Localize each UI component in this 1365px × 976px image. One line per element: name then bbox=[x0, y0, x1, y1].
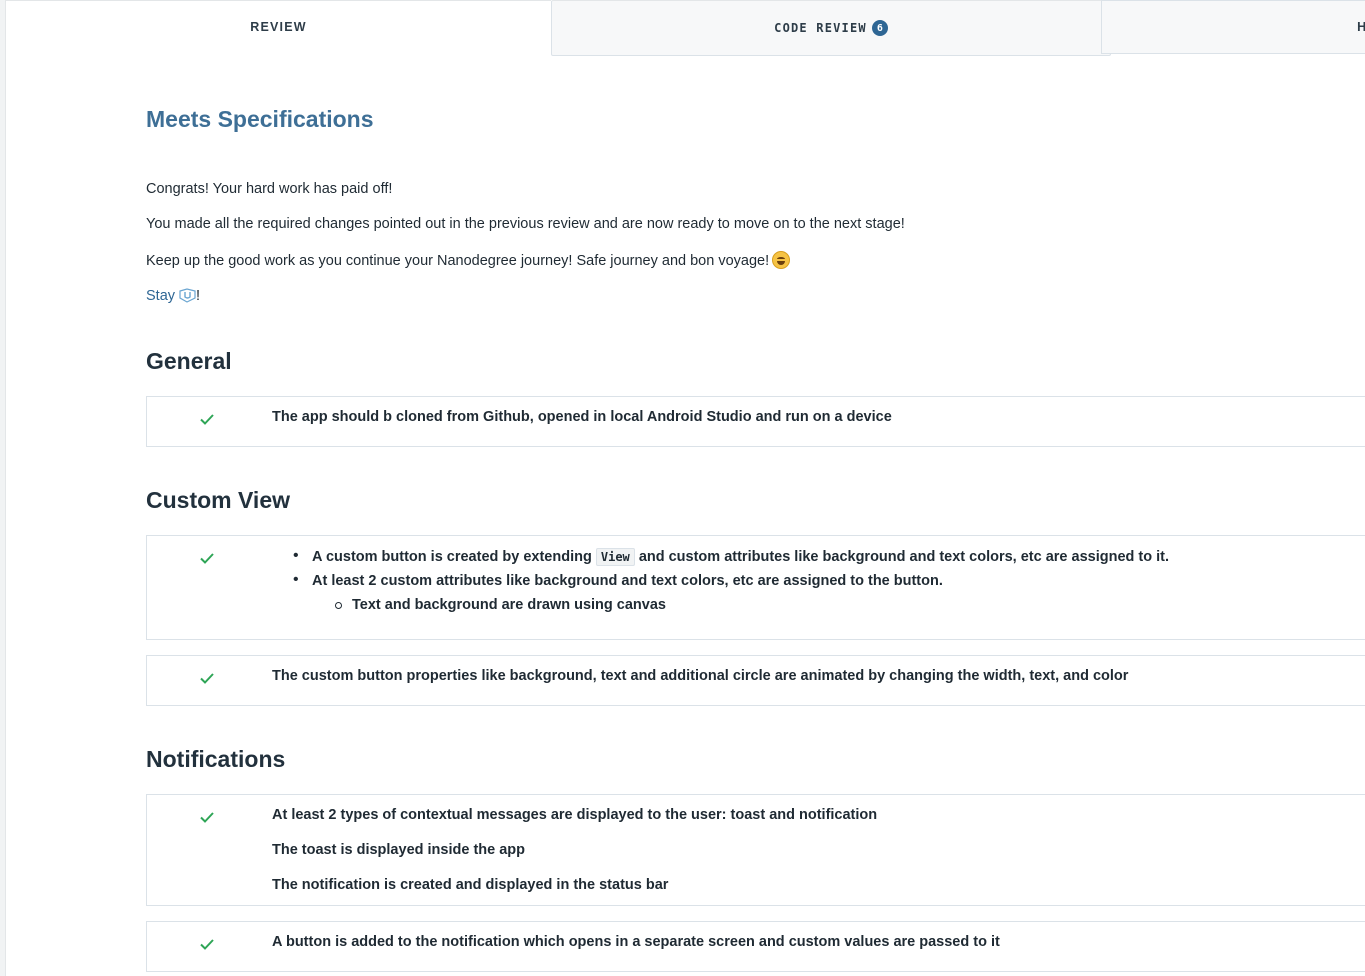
criterion-card: The app should b cloned from Github, ope… bbox=[146, 396, 1365, 447]
criterion-text: The custom button properties like backgr… bbox=[272, 668, 1129, 684]
section-heading-general: General bbox=[146, 348, 232, 374]
review-message-2: You made all the required changes pointe… bbox=[146, 216, 905, 232]
criterion-item-suffix: and custom attributes like background an… bbox=[638, 549, 1169, 565]
criterion-card: The custom button properties like backgr… bbox=[146, 655, 1365, 706]
check-icon bbox=[200, 553, 214, 564]
grinning-face-icon bbox=[772, 251, 791, 269]
review-message-3-text: Keep up the good work as you continue yo… bbox=[146, 253, 770, 269]
stay-link[interactable]: Stay bbox=[146, 288, 175, 304]
tab-history[interactable]: HI bbox=[1101, 0, 1365, 54]
criterion-card: A button is added to the notification wh… bbox=[146, 921, 1365, 972]
bullet: • bbox=[293, 547, 299, 564]
criterion-list-item: At least 2 custom attributes like backgr… bbox=[312, 573, 943, 589]
criterion-sub-item: Text and background are drawn using canv… bbox=[352, 597, 666, 613]
criterion-line: The notification is created and displaye… bbox=[272, 877, 669, 893]
sub-bullet bbox=[335, 602, 342, 609]
tab-code-review[interactable]: CODE REVIEW 6 bbox=[551, 0, 1111, 56]
tab-history-label: HI bbox=[1357, 20, 1365, 34]
criterion-text: The app should b cloned from Github, ope… bbox=[272, 409, 892, 425]
tab-review[interactable]: REVIEW bbox=[6, 0, 551, 53]
check-icon bbox=[200, 812, 214, 823]
criterion-card: • A custom button is created by extendin… bbox=[146, 535, 1365, 640]
stay-suffix: ! bbox=[196, 288, 201, 304]
check-icon bbox=[200, 939, 214, 950]
review-message-1: Congrats! Your hard work has paid off! bbox=[146, 181, 393, 197]
criterion-card: At least 2 types of contextual messages … bbox=[146, 794, 1365, 906]
code-review-count-badge: 6 bbox=[871, 20, 888, 36]
criterion-line: At least 2 types of contextual messages … bbox=[272, 807, 878, 823]
review-tabs: REVIEW CODE REVIEW 6 HI bbox=[6, 0, 1365, 56]
bullet: • bbox=[293, 571, 299, 588]
check-icon bbox=[200, 414, 214, 425]
section-heading-notifications: Notifications bbox=[146, 746, 286, 772]
criterion-item-prefix: A custom button is created by extending bbox=[312, 549, 592, 565]
review-result-title: Meets Specifications bbox=[146, 106, 374, 132]
inline-code: View bbox=[595, 548, 635, 566]
criterion-line: The toast is displayed inside the app bbox=[272, 842, 525, 858]
stay-udacious-line: Stay! bbox=[146, 288, 200, 304]
section-heading-custom-view: Custom View bbox=[146, 487, 290, 513]
criterion-list-item: A custom button is created by extending … bbox=[312, 548, 1169, 566]
criterion-text: A button is added to the notification wh… bbox=[272, 934, 1000, 950]
tab-review-label: REVIEW bbox=[250, 20, 307, 34]
review-message-3: Keep up the good work as you continue yo… bbox=[146, 251, 791, 269]
left-rail bbox=[0, 0, 6, 976]
udacity-logo-icon bbox=[179, 288, 196, 303]
check-icon bbox=[200, 673, 214, 684]
tab-code-review-label: CODE REVIEW bbox=[774, 21, 867, 35]
